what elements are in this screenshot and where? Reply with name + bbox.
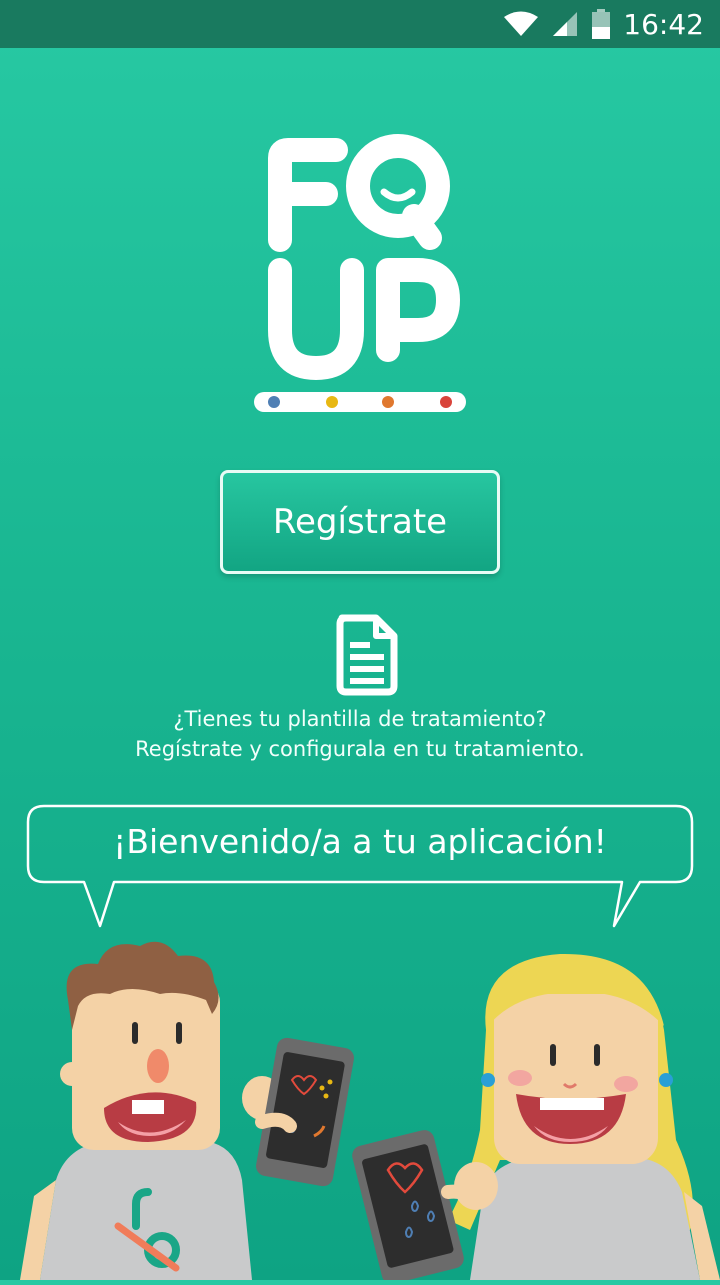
welcome-message: ¡Bienvenido/a a tu aplicación!	[113, 822, 607, 861]
characters-illustration	[0, 930, 720, 1284]
register-button-label: Regístrate	[272, 502, 448, 542]
document-icon[interactable]	[334, 612, 400, 696]
info-line-1: ¿Tienes tu plantilla de tratamiento?	[173, 707, 547, 731]
wifi-icon	[503, 10, 539, 38]
status-time: 16:42	[623, 7, 704, 41]
status-bar: 16:42	[0, 0, 720, 48]
register-button[interactable]: Regístrate	[220, 470, 500, 574]
app-logo	[250, 120, 470, 420]
battery-icon	[591, 9, 611, 39]
cell-signal-icon	[551, 10, 579, 38]
info-line-2: Regístrate y configurala en tu tratamien…	[135, 737, 585, 761]
template-info: ¿Tienes tu plantilla de tratamiento? Reg…	[0, 704, 720, 764]
